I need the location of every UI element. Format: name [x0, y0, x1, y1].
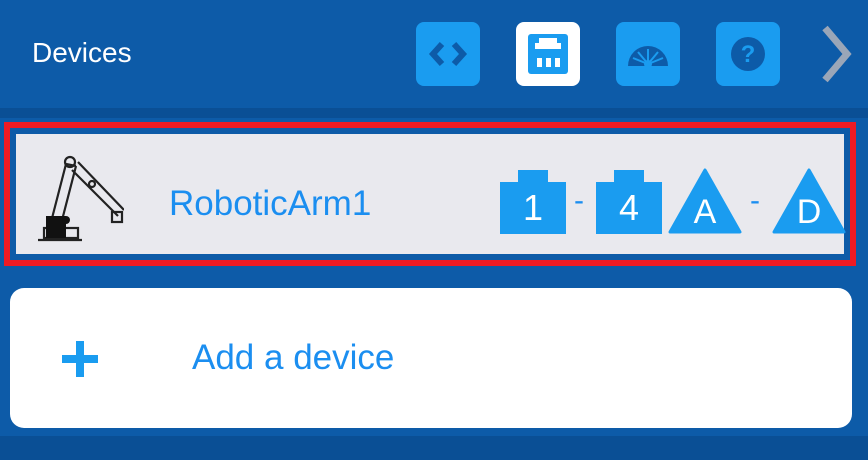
devices-button[interactable]: [516, 22, 580, 86]
port-badge-4: 4: [596, 170, 662, 234]
header-divider: [0, 108, 868, 118]
port-label-a: A: [693, 193, 717, 231]
port-separator: -: [750, 184, 760, 217]
code-brackets-icon: [428, 41, 468, 67]
port-badge-a: A: [668, 168, 742, 234]
device-card-body: RoboticArm1 1 - 4 A - D: [16, 134, 846, 254]
add-device-label: Add a device: [192, 338, 395, 377]
robotic-arm-icon: [38, 155, 124, 242]
ports-icon: [528, 34, 568, 74]
svg-text:?: ?: [741, 41, 756, 68]
chevron-right-icon: [822, 25, 852, 83]
header-bar: Devices ?: [0, 0, 868, 108]
help-button[interactable]: ?: [716, 22, 780, 86]
code-button[interactable]: [416, 22, 480, 86]
port-badge-d: D: [772, 168, 846, 234]
footer-strip: [0, 436, 868, 460]
port-label-1: 1: [522, 187, 544, 228]
device-card-roboticarm1[interactable]: RoboticArm1 1 - 4 A - D: [4, 122, 856, 266]
port-label-4: 4: [618, 187, 640, 228]
port-badge-1: 1: [500, 170, 566, 234]
dashboard-gauge-icon: [628, 46, 668, 68]
help-icon: ?: [731, 37, 765, 71]
port-label-d: D: [796, 193, 822, 231]
page-title: Devices: [32, 37, 132, 68]
dashboard-button[interactable]: [616, 22, 680, 86]
port-separator: -: [574, 184, 584, 217]
device-name: RoboticArm1: [169, 184, 372, 223]
add-device-button[interactable]: Add a device: [10, 288, 852, 428]
next-button[interactable]: [812, 22, 858, 86]
plus-icon: [62, 341, 98, 377]
